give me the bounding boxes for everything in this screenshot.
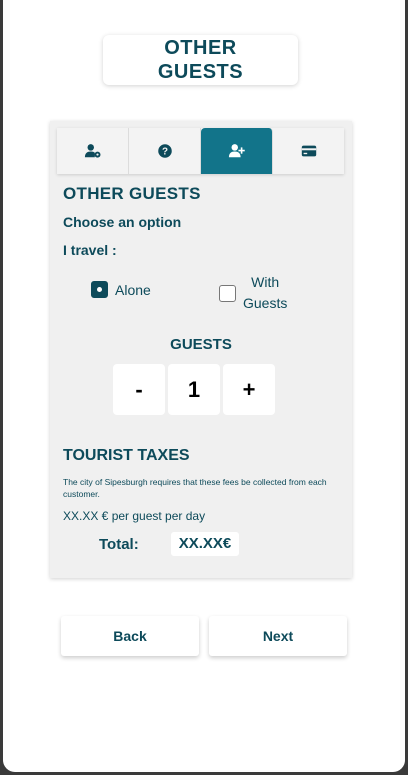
section-subtitle: Choose an option xyxy=(63,214,182,230)
section-title: OTHER GUESTS xyxy=(63,184,201,203)
user-plus-icon xyxy=(228,144,245,158)
total-label: Total: xyxy=(99,536,139,553)
option-alone-label: Alone xyxy=(115,281,151,298)
decrement-button[interactable]: - xyxy=(113,364,165,415)
next-button[interactable]: Next xyxy=(209,616,347,656)
total-value: XX.XX€ xyxy=(171,532,239,556)
tab-payment[interactable] xyxy=(273,128,344,174)
option-with-guests-line1: With xyxy=(251,274,280,290)
page-title-line2: GUESTS xyxy=(157,61,244,83)
guests-title: GUESTS xyxy=(170,336,232,353)
option-with-guests[interactable]: With Guests xyxy=(219,272,287,314)
tax-rate: XX.XX € per guest per day xyxy=(63,509,206,523)
option-with-guests-radio[interactable] xyxy=(219,284,236,302)
tourist-taxes-note: The city of Sipesburgh requires that the… xyxy=(63,477,327,499)
page-title: OTHER GUESTS xyxy=(103,35,298,85)
credit-card-icon xyxy=(301,145,316,157)
tab-other-guests[interactable] xyxy=(201,128,273,174)
option-alone-radio[interactable] xyxy=(91,281,108,298)
page-title-line1: OTHER xyxy=(164,37,237,59)
increment-button[interactable]: + xyxy=(223,364,275,415)
tab-user-settings[interactable] xyxy=(57,128,129,174)
back-button[interactable]: Back xyxy=(61,616,199,656)
svg-text:?: ? xyxy=(161,147,167,158)
tourist-taxes-title: TOURIST TAXES xyxy=(63,447,190,464)
option-alone[interactable]: Alone xyxy=(91,281,151,298)
step-tabs: ? xyxy=(57,128,344,174)
screen: OTHER GUESTS ? OTHER GUESTS Choose an op… xyxy=(3,0,405,772)
option-with-guests-line2: Guests xyxy=(243,295,288,311)
user-gear-icon xyxy=(84,144,100,158)
form-panel: ? OTHER GUESTS Choose an option I travel… xyxy=(50,121,352,578)
guest-count: 1 xyxy=(168,364,220,415)
travel-label: I travel : xyxy=(63,242,117,258)
option-with-guests-label: With Guests xyxy=(243,272,287,314)
question-circle-icon: ? xyxy=(157,144,172,158)
tab-help[interactable]: ? xyxy=(129,128,201,174)
